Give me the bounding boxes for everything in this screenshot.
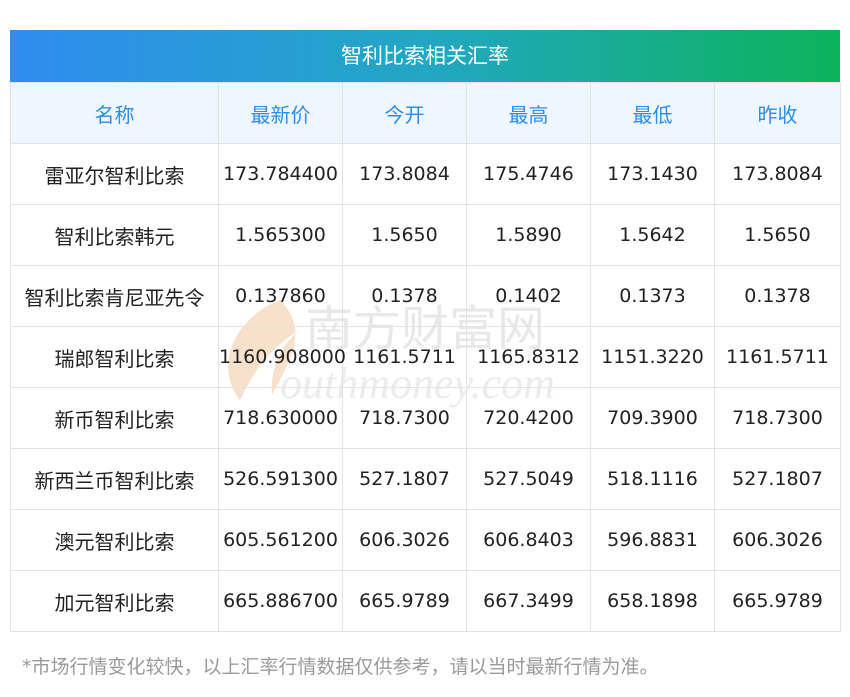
cell-latest: 718.630000 [218,387,343,449]
table-row: 澳元智利比索 605.561200 606.3026 606.8403 596.8831… [10,509,841,571]
panel-title: 智利比索相关汇率 [10,30,840,82]
disclaimer-note: *市场行情变化较快，以上汇率行情数据仅供参考，请以当时最新行情为准。 [22,656,659,678]
cell-name: 新西兰币智利比索 [10,448,219,510]
cell-high: 667.3499 [466,570,591,632]
table-row: 瑞郎智利比索 1160.908000 1161.5711 1165.8312 1151.… [10,326,841,388]
cell-latest: 526.591300 [218,448,343,510]
cell-open: 1.5650 [342,204,467,266]
cell-name: 加元智利比索 [10,570,219,632]
header-row: 名称 最新价 今开 最高 最低 昨收 [10,82,841,144]
header-prev-close: 昨收 [714,82,841,144]
table-row: 雷亚尔智利比索 173.784400 173.8084 175.4746 173.143… [10,143,841,205]
table-row: 加元智利比索 665.886700 665.9789 667.3499 658.1898… [10,570,841,632]
cell-prev-close: 718.7300 [714,387,841,449]
cell-open: 665.9789 [342,570,467,632]
cell-low: 518.1116 [590,448,715,510]
cell-open: 1161.5711 [342,326,467,388]
cell-open: 606.3026 [342,509,467,571]
cell-name: 智利比索韩元 [10,204,219,266]
cell-high: 175.4746 [466,143,591,205]
cell-latest: 173.784400 [218,143,343,205]
cell-name: 瑞郎智利比索 [10,326,219,388]
cell-low: 1.5642 [590,204,715,266]
cell-high: 1165.8312 [466,326,591,388]
cell-low: 173.1430 [590,143,715,205]
cell-prev-close: 0.1378 [714,265,841,327]
cell-latest: 1160.908000 [218,326,346,388]
cell-latest: 665.886700 [218,570,343,632]
header-open: 今开 [342,82,467,144]
cell-prev-close: 606.3026 [714,509,841,571]
header-high: 最高 [466,82,591,144]
cell-name: 澳元智利比索 [10,509,219,571]
table-row: 新币智利比索 718.630000 718.7300 720.4200 709.3900… [10,387,841,449]
cell-prev-close: 1.5650 [714,204,841,266]
cell-prev-close: 527.1807 [714,448,841,510]
cell-high: 606.8403 [466,509,591,571]
cell-name: 智利比索肯尼亚先令 [10,265,219,327]
cell-low: 658.1898 [590,570,715,632]
cell-prev-close: 1161.5711 [714,326,841,388]
cell-low: 709.3900 [590,387,715,449]
cell-low: 1151.3220 [590,326,715,388]
cell-latest: 605.561200 [218,509,343,571]
header-latest: 最新价 [218,82,343,144]
cell-prev-close: 665.9789 [714,570,841,632]
rates-table: 名称 最新价 今开 最高 最低 昨收 雷亚尔智利比索 173.784400 173.… [10,82,841,632]
header-name: 名称 [10,82,219,144]
cell-open: 0.1378 [342,265,467,327]
cell-high: 1.5890 [466,204,591,266]
cell-low: 596.8831 [590,509,715,571]
rate-panel: 智利比索相关汇率 名称 最新价 今开 最高 最低 昨收 雷亚尔智利比索 173.7… [10,30,841,632]
cell-open: 718.7300 [342,387,467,449]
cell-high: 0.1402 [466,265,591,327]
cell-name: 雷亚尔智利比索 [10,143,219,205]
table-row: 新西兰币智利比索 526.591300 527.1807 527.5049 518.11… [10,448,841,510]
cell-prev-close: 173.8084 [714,143,841,205]
cell-latest: 1.565300 [218,204,343,266]
cell-high: 527.5049 [466,448,591,510]
cell-low: 0.1373 [590,265,715,327]
table-row: 智利比索肯尼亚先令 0.137860 0.1378 0.1402 0.1373 0.137… [10,265,841,327]
cell-name: 新币智利比索 [10,387,219,449]
header-low: 最低 [590,82,715,144]
cell-latest: 0.137860 [218,265,343,327]
cell-high: 720.4200 [466,387,591,449]
cell-open: 173.8084 [342,143,467,205]
cell-open: 527.1807 [342,448,467,510]
table-row: 智利比索韩元 1.565300 1.5650 1.5890 1.5642 1.5650 [10,204,841,266]
